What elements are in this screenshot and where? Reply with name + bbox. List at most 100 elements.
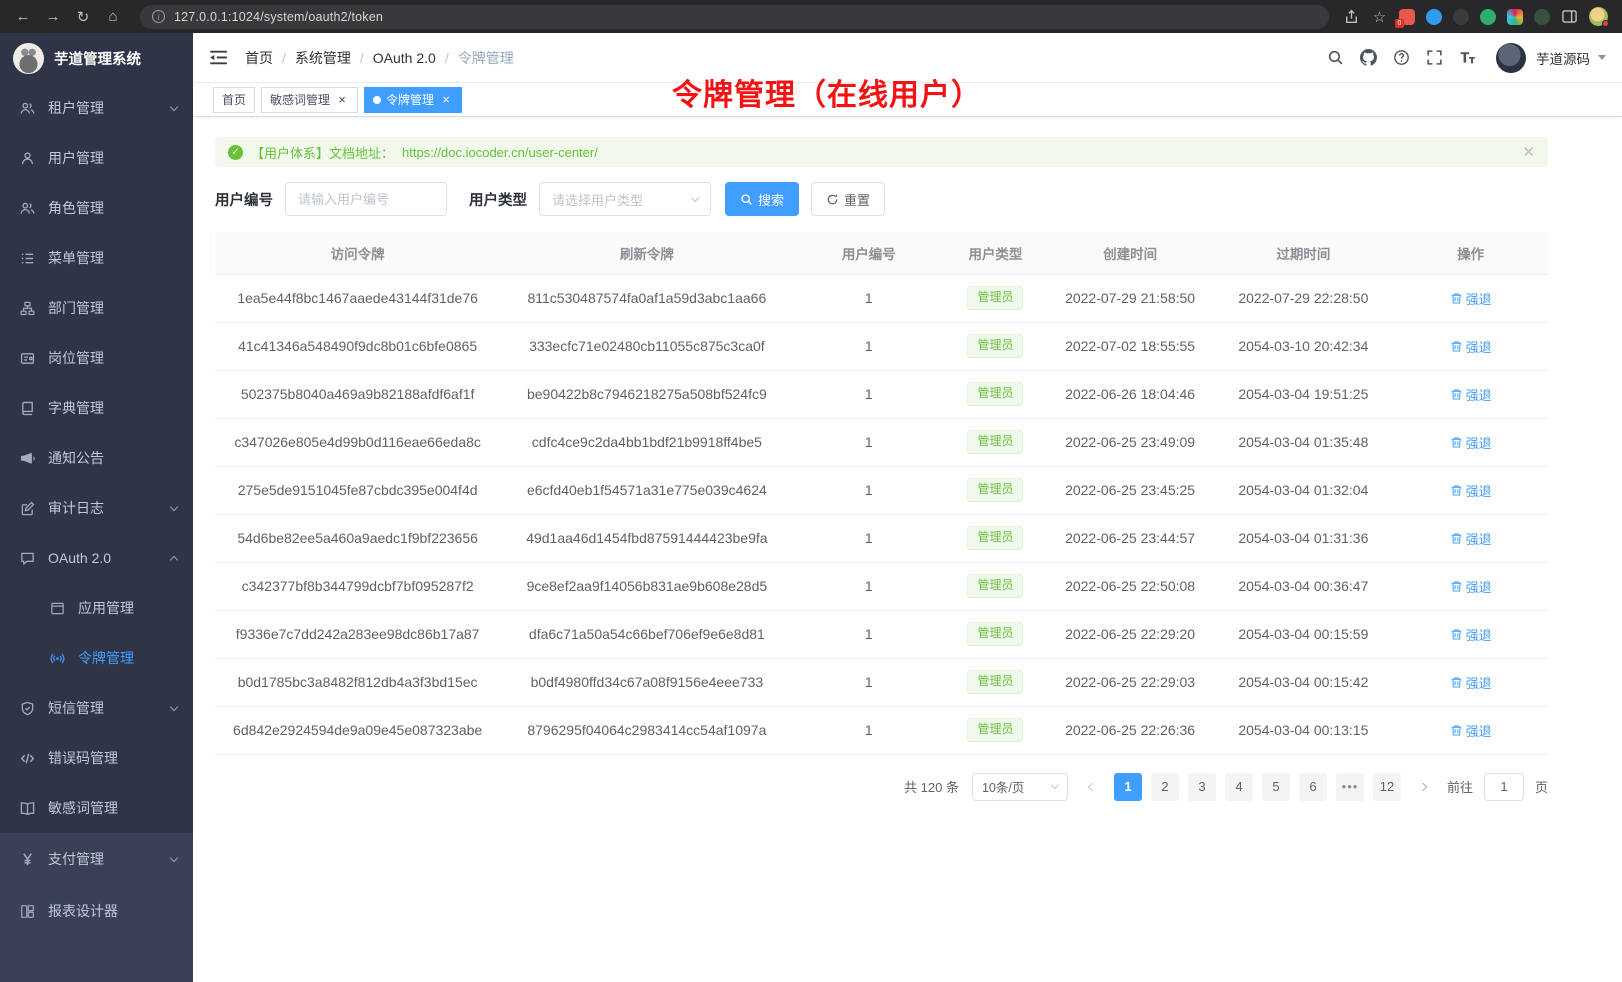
force-logout-button[interactable]: 强退 bbox=[1450, 337, 1492, 356]
force-logout-button[interactable]: 强退 bbox=[1450, 721, 1492, 740]
created-time-cell: 2022-06-25 22:50:08 bbox=[1047, 562, 1214, 610]
user-type-badge: 管理员 bbox=[967, 478, 1023, 502]
more-pages-button[interactable]: ••• bbox=[1336, 773, 1364, 801]
page-button-3[interactable]: 3 bbox=[1188, 773, 1216, 801]
force-logout-button[interactable]: 强退 bbox=[1450, 625, 1492, 644]
github-icon[interactable] bbox=[1360, 49, 1377, 66]
extension-darkgreen-icon[interactable] bbox=[1534, 9, 1550, 25]
breadcrumb-item[interactable]: 首页 bbox=[245, 48, 273, 68]
expire-time-cell: 2054-03-04 00:36:47 bbox=[1213, 562, 1393, 610]
sidebar-item-role[interactable]: 角色管理 bbox=[0, 183, 193, 233]
breadcrumb-item: 令牌管理 bbox=[458, 48, 514, 68]
extension-blue-icon[interactable] bbox=[1426, 9, 1442, 25]
close-icon[interactable]: × bbox=[439, 93, 453, 107]
force-logout-button[interactable]: 强退 bbox=[1450, 577, 1492, 596]
reset-button[interactable]: 重置 bbox=[811, 182, 885, 216]
sidebar-item-audit-log[interactable]: 审计日志 bbox=[0, 483, 193, 533]
page-button-12[interactable]: 12 bbox=[1373, 773, 1401, 801]
tab-sensitive-word[interactable]: 敏感词管理× bbox=[261, 87, 358, 113]
sidebar-item-label: 敏感词管理 bbox=[48, 798, 118, 818]
app-title: 芋道管理系统 bbox=[54, 48, 141, 69]
sidebar-item-oauth2[interactable]: OAuth 2.0 bbox=[0, 533, 193, 583]
sidebar-item-tenant[interactable]: 租户管理 bbox=[0, 83, 193, 133]
app-logo[interactable]: 芋道管理系统 bbox=[0, 33, 193, 83]
browser-profile-avatar[interactable] bbox=[1589, 7, 1608, 26]
page-info-icon[interactable]: i bbox=[152, 10, 165, 23]
breadcrumb-item[interactable]: 系统管理 bbox=[295, 48, 351, 68]
force-logout-button[interactable]: 强退 bbox=[1450, 481, 1492, 500]
bookmark-star-icon[interactable]: ☆ bbox=[1371, 8, 1388, 25]
user-type-select[interactable]: 请选择用户类型 bbox=[539, 182, 711, 216]
prev-page-button[interactable] bbox=[1077, 773, 1105, 801]
page-button-2[interactable]: 2 bbox=[1151, 773, 1179, 801]
browser-back-icon[interactable]: ← bbox=[10, 5, 36, 29]
browser-forward-icon[interactable]: → bbox=[40, 5, 66, 29]
font-size-icon[interactable] bbox=[1459, 49, 1476, 66]
total-count: 共 120 条 bbox=[904, 777, 959, 796]
sidebar-item-menu[interactable]: 菜单管理 bbox=[0, 233, 193, 283]
sidebar-item-report-designer[interactable]: 报表设计器 bbox=[0, 885, 193, 937]
created-time-cell: 2022-06-26 18:04:46 bbox=[1047, 370, 1214, 418]
sidebar-item-user[interactable]: 用户管理 bbox=[0, 133, 193, 183]
force-logout-button[interactable]: 强退 bbox=[1450, 673, 1492, 692]
sidebar-item-sensitive-word[interactable]: 敏感词管理 bbox=[0, 783, 193, 833]
goto-page-input[interactable] bbox=[1484, 773, 1524, 801]
next-page-button[interactable] bbox=[1410, 773, 1438, 801]
search-button[interactable]: 搜索 bbox=[725, 182, 799, 216]
page-button-4[interactable]: 4 bbox=[1225, 773, 1253, 801]
extension-dark-icon[interactable] bbox=[1453, 9, 1469, 25]
browser-home-icon[interactable]: ⌂ bbox=[100, 5, 126, 29]
user-id-input[interactable] bbox=[285, 182, 447, 216]
sidebar-item-notice[interactable]: 通知公告 bbox=[0, 433, 193, 483]
page-button-5[interactable]: 5 bbox=[1262, 773, 1290, 801]
sidebar-item-dept[interactable]: 部门管理 bbox=[0, 283, 193, 333]
page-button-6[interactable]: 6 bbox=[1299, 773, 1327, 801]
breadcrumb-item[interactable]: OAuth 2.0 bbox=[373, 50, 436, 66]
page-button-1[interactable]: 1 bbox=[1114, 773, 1142, 801]
sidebar-item-label: 错误码管理 bbox=[48, 748, 118, 768]
tabs-bar: 首页敏感词管理×令牌管理× bbox=[193, 83, 1622, 117]
sidebar-item-sms[interactable]: 短信管理 bbox=[0, 683, 193, 733]
close-icon[interactable]: × bbox=[335, 93, 349, 107]
user-name[interactable]: 芋道源码 bbox=[1536, 48, 1590, 68]
extension-green-icon[interactable] bbox=[1480, 9, 1496, 25]
extension-colorful-icon[interactable] bbox=[1507, 9, 1523, 25]
user-avatar[interactable] bbox=[1496, 43, 1526, 73]
chevron-down-icon bbox=[691, 193, 699, 201]
help-icon[interactable] bbox=[1393, 49, 1410, 66]
sidebar-subitem-oauth2-app[interactable]: 应用管理 bbox=[0, 583, 193, 633]
browser-address-bar[interactable]: i 127.0.0.1:1024/system/oauth2/token bbox=[140, 5, 1329, 29]
dictionary-icon bbox=[20, 401, 35, 416]
sidebar-menu: 租户管理用户管理角色管理菜单管理部门管理岗位管理字典管理通知公告审计日志OAut… bbox=[0, 83, 193, 833]
share-icon[interactable] bbox=[1343, 8, 1360, 25]
created-time-cell: 2022-07-02 18:55:55 bbox=[1047, 322, 1214, 370]
trash-icon bbox=[1450, 292, 1463, 305]
fullscreen-icon[interactable] bbox=[1426, 49, 1443, 66]
sidebar-item-post[interactable]: 岗位管理 bbox=[0, 333, 193, 383]
sidebar-subitem-oauth2-token[interactable]: 令牌管理 bbox=[0, 633, 193, 683]
force-logout-button[interactable]: 强退 bbox=[1450, 529, 1492, 548]
sidebar-item-error-code[interactable]: 错误码管理 bbox=[0, 733, 193, 783]
alert-doc-link[interactable]: https://doc.iocoder.cn/user-center/ bbox=[402, 145, 598, 160]
force-logout-button[interactable]: 强退 bbox=[1450, 433, 1492, 452]
alert-close-icon[interactable]: ✕ bbox=[1522, 143, 1535, 161]
extension-red-icon[interactable]: 0 bbox=[1399, 9, 1415, 25]
force-logout-button[interactable]: 强退 bbox=[1450, 385, 1492, 404]
sidebar-toggle-icon[interactable] bbox=[209, 49, 229, 66]
access-token-cell: 502375b8040a469a9b82188afdf6af1f bbox=[215, 370, 500, 418]
sidebar-item-dict[interactable]: 字典管理 bbox=[0, 383, 193, 433]
sidebar-item-pay[interactable]: 支付管理 bbox=[0, 833, 193, 885]
created-time-cell: 2022-06-25 22:29:20 bbox=[1047, 610, 1214, 658]
side-panel-icon[interactable] bbox=[1561, 8, 1578, 25]
sidebar-menu-bottom: 支付管理报表设计器 bbox=[0, 833, 193, 982]
force-logout-button[interactable]: 强退 bbox=[1450, 289, 1492, 308]
user-id-cell: 1 bbox=[794, 610, 945, 658]
expire-time-cell: 2054-03-04 00:13:15 bbox=[1213, 706, 1393, 754]
search-icon[interactable] bbox=[1327, 49, 1344, 66]
page-size-select[interactable]: 10条/页 bbox=[972, 773, 1068, 801]
audit-log-icon bbox=[20, 501, 35, 516]
browser-refresh-icon[interactable]: ↻ bbox=[70, 5, 96, 29]
tab-home[interactable]: 首页 bbox=[213, 87, 255, 113]
chevron-down-icon[interactable] bbox=[1598, 55, 1606, 60]
tab-token[interactable]: 令牌管理× bbox=[364, 87, 462, 113]
